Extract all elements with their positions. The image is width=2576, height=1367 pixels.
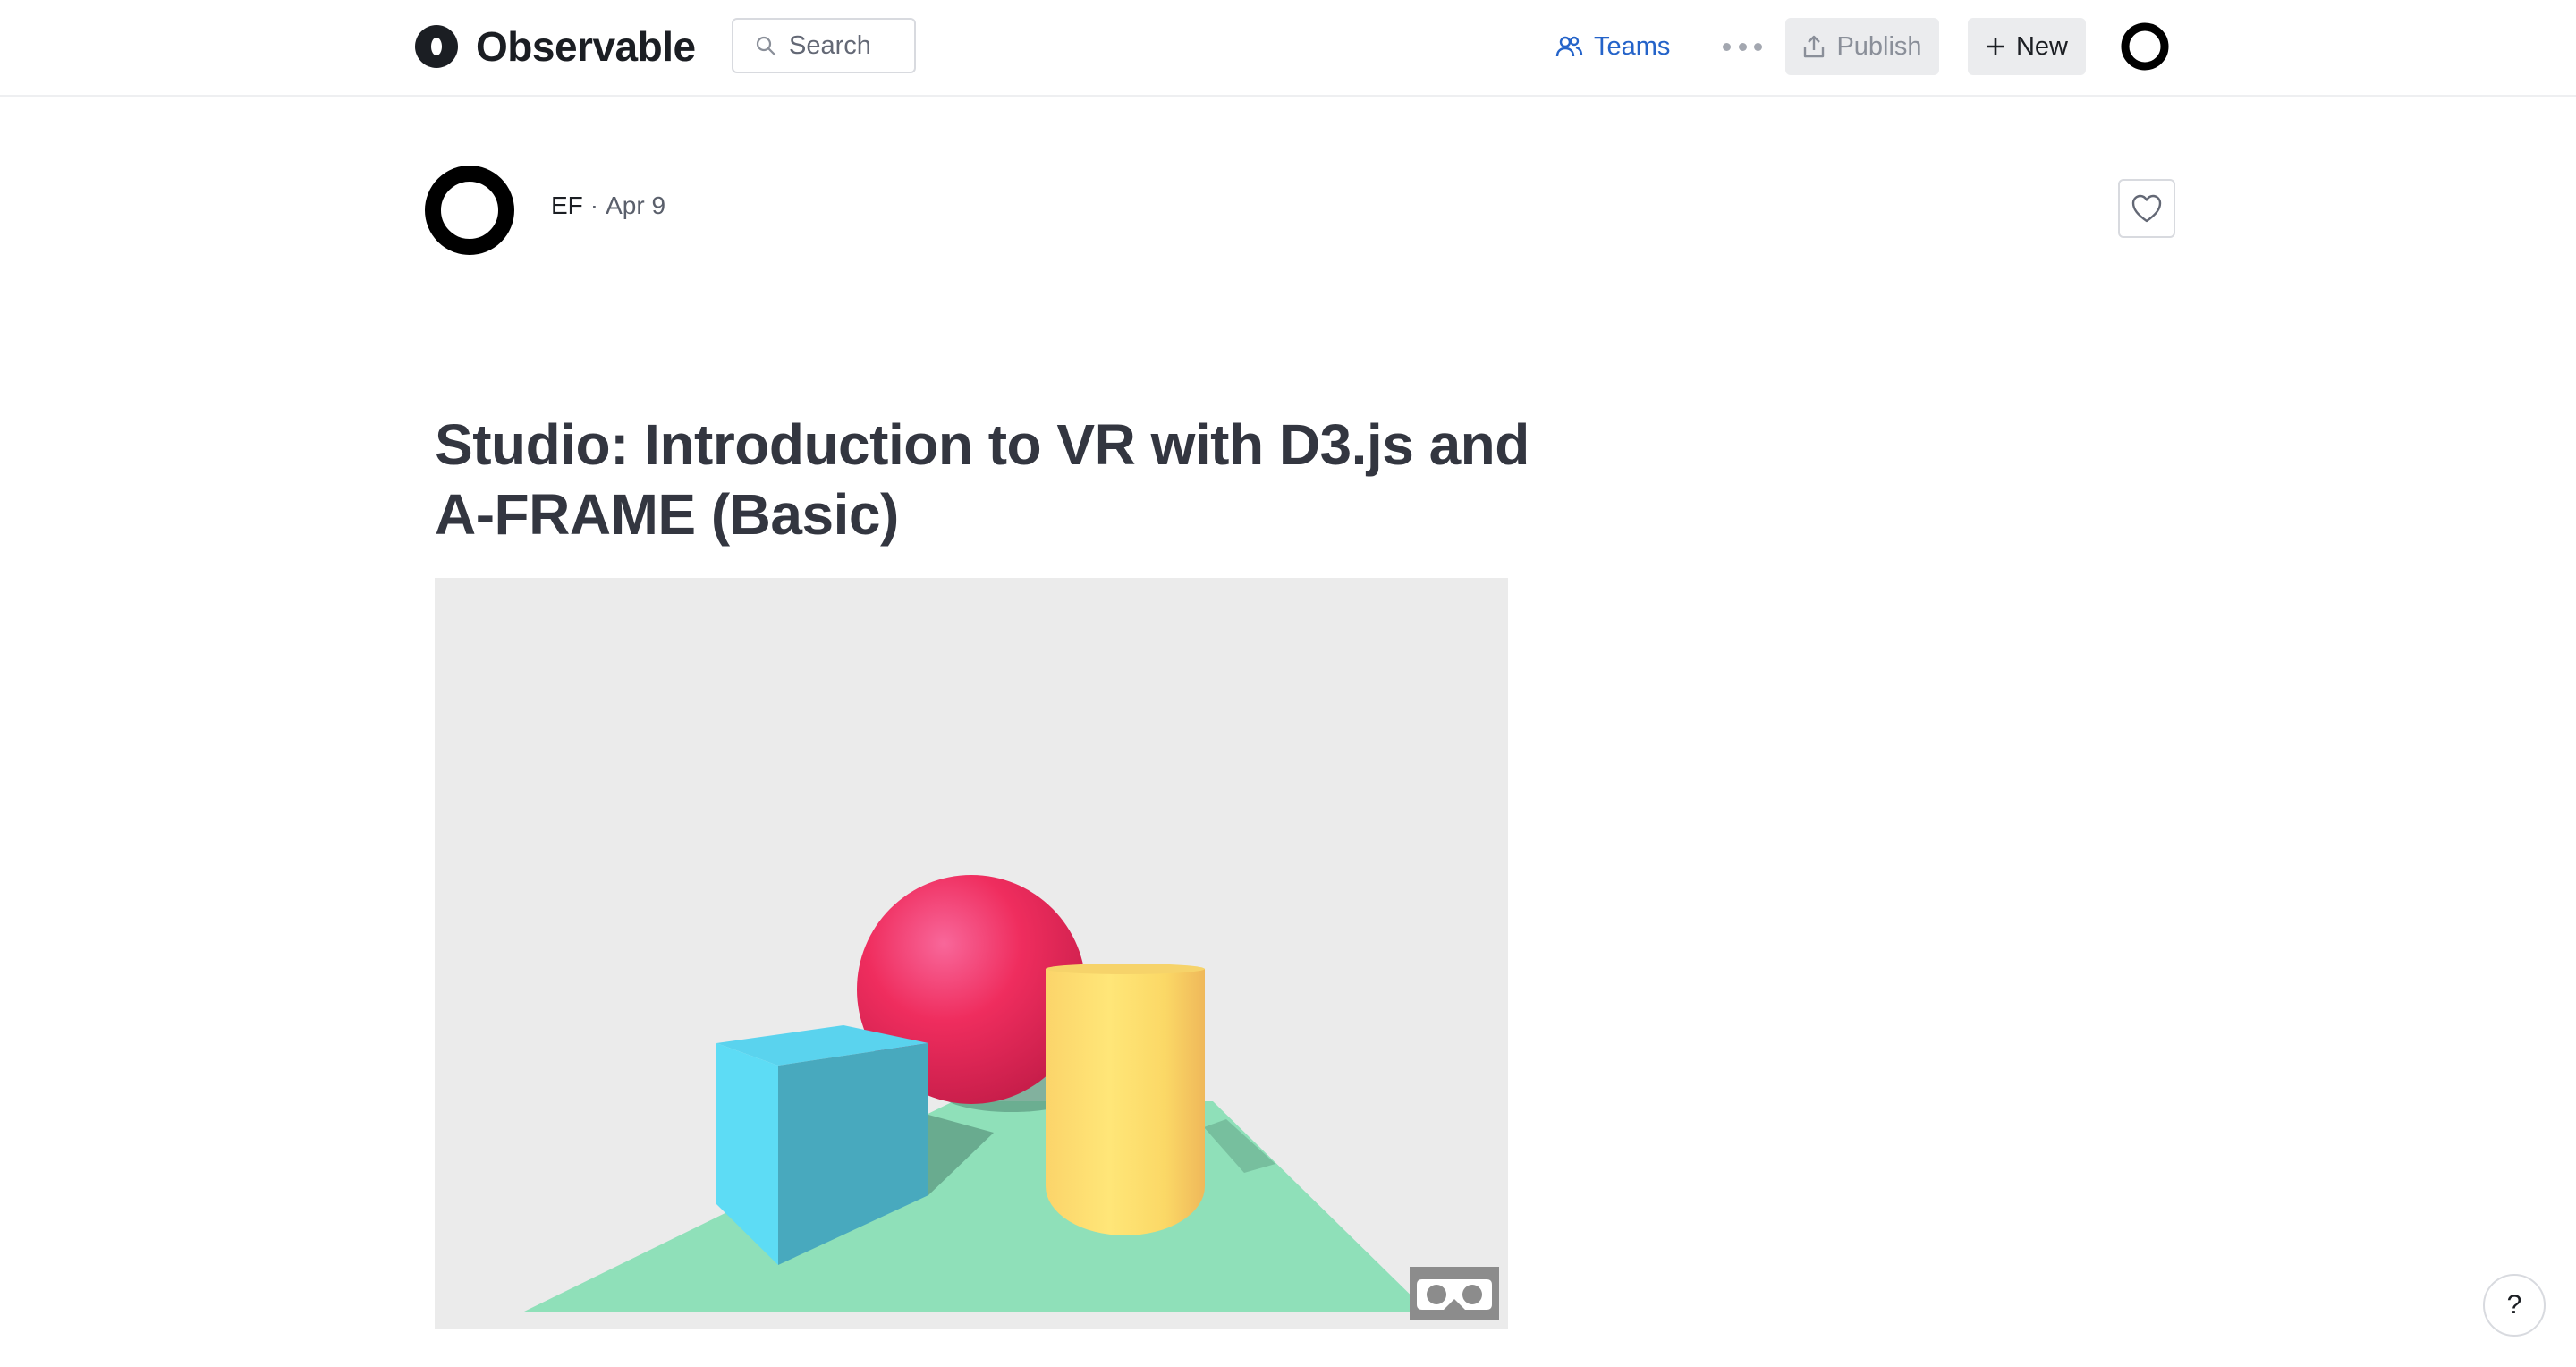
user-avatar[interactable] [2120,21,2170,72]
top-navigation-bar: Observable Search Teams Publish New [0,0,2576,97]
like-button[interactable] [2118,179,2175,238]
title-line-1: Studio: Introduction to VR with D3.js an… [435,412,1530,477]
teams-link[interactable]: Teams [1555,18,1670,75]
publish-icon [1804,35,1825,58]
teams-icon [1555,36,1583,57]
author-avatar[interactable] [424,165,515,256]
author-name[interactable]: EF [551,191,583,220]
vr-mode-button[interactable] [1410,1267,1499,1320]
plus-icon [1987,38,2004,55]
search-button[interactable]: Search [732,18,916,73]
brand-name: Observable [476,23,696,70]
observable-logo-icon [415,25,458,68]
publish-label: Publish [1836,31,1922,61]
notebook-byline: EF · Apr 9 [551,191,665,220]
new-notebook-button[interactable]: New [1968,18,2086,75]
more-menu-button[interactable] [1723,30,1762,63]
heart-icon [2131,194,2162,223]
teams-label: Teams [1594,31,1671,61]
help-button[interactable]: ? [2483,1274,2546,1337]
more-icon [1723,42,1731,51]
cylinder [1046,969,1205,1235]
vr-scene-canvas[interactable] [435,578,1508,1329]
home-link[interactable]: Observable [413,20,696,73]
cylinder-top [1046,964,1205,974]
new-label: New [2015,31,2068,61]
notebook-title: Studio: Introduction to VR with D3.js an… [435,410,1597,549]
title-line-2: A-FRAME (Basic) [435,482,899,547]
byline-separator: · [589,191,599,219]
search-icon [756,36,776,56]
search-placeholder: Search [789,30,871,60]
publish-button[interactable]: Publish [1785,18,1939,75]
publish-date: Apr 9 [606,191,666,219]
